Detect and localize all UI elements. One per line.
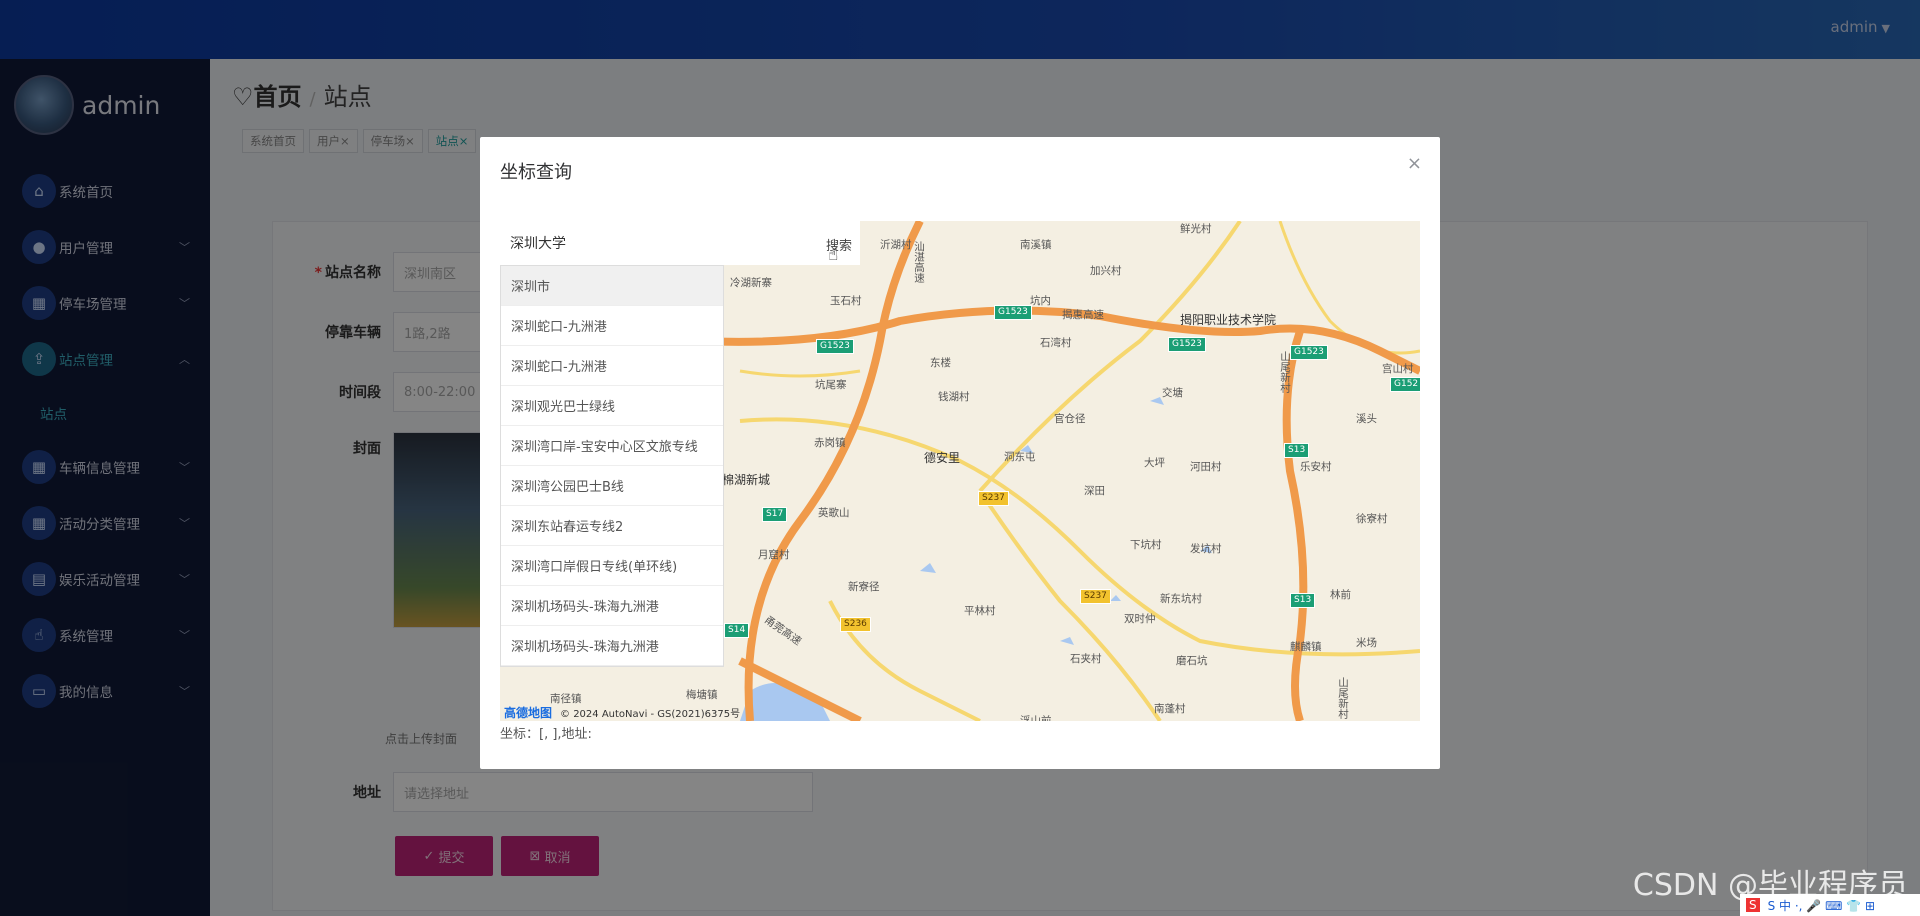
highway-shield: S237 [1080, 589, 1111, 604]
highway-shield: S13 [1290, 593, 1316, 608]
map-road [739, 369, 861, 378]
map-label: 南溪镇 [1020, 239, 1052, 251]
map-label: 官仓径 [1054, 413, 1086, 425]
map-label: 乐安村 [1300, 461, 1332, 473]
map-label: 英歌山 [818, 507, 850, 519]
highway-shield: S237 [978, 491, 1009, 506]
ime-toolbar: S S 中 ·, 🎤 ⌨ 👕 ⊞ [1740, 894, 1920, 916]
highway-shield: G1523 [816, 339, 854, 354]
map-label: 新东坑村 [1160, 593, 1202, 605]
ime-logo-icon: S [1746, 898, 1760, 912]
map-label: 坑内 [1030, 295, 1051, 307]
map-search-input[interactable]: 深圳大学 [500, 233, 800, 253]
map-label: 河田村 [1190, 461, 1222, 473]
map-label: 大坪 [1144, 457, 1165, 469]
map-label: 揭惠高速 [1062, 309, 1104, 321]
map-search-box: 深圳大学 搜索 [500, 221, 860, 265]
map-label: 平林村 [964, 605, 996, 617]
map-label: 洞东屯 [1004, 451, 1036, 463]
map-label: 赤岗镇 [814, 437, 846, 449]
map-label: 山尾新村 [1337, 677, 1349, 719]
hand-pointer-icon: ☝ [828, 245, 839, 265]
close-icon[interactable]: × [1407, 153, 1422, 174]
highway-shield: S236 [840, 617, 871, 632]
highway-shield: G1523 [994, 305, 1032, 320]
map-label: 南蓬村 [1154, 703, 1186, 715]
suggestion-item[interactable]: 深圳市 [501, 266, 723, 306]
map-label: 深田 [1084, 485, 1105, 497]
map-logo: 高德地图 [504, 706, 553, 720]
suggestion-item[interactable]: 深圳湾口岸-宝安中心区文旅专线 [501, 426, 723, 466]
suggestion-item[interactable]: 深圳蛇口-九洲港 [501, 346, 723, 386]
map-label: 发坑村 [1190, 543, 1222, 555]
suggestion-item[interactable]: 深圳机场码头-珠海九洲港 [501, 626, 723, 666]
map-label: 德安里 [924, 451, 961, 465]
map-label: 坑尾寨 [815, 379, 847, 391]
map-label: 冷湖新寨 [730, 277, 772, 289]
coordinate-readout: 坐标：[, ],地址: [500, 727, 592, 742]
highway-shield: S17 [762, 507, 788, 522]
map-label: 宫山村 [1382, 363, 1414, 375]
map-label: 交塘 [1162, 387, 1183, 399]
coordinate-dialog: 坐标查询 × 沂湖村 南溪镇 鲜光村 加兴村 冷湖新寨 玉石村 坑内 揭阳职业技… [480, 137, 1440, 769]
map-label: 东楼 [930, 357, 951, 369]
map-label: 米场 [1356, 637, 1377, 649]
map-road [978, 489, 1162, 721]
map-label: 林前 [1330, 589, 1351, 601]
map-label: 石夹村 [1070, 653, 1102, 665]
suggestion-item[interactable]: 深圳机场码头-珠海九洲港 [501, 586, 723, 626]
dialog-title: 坐标查询 [500, 162, 572, 183]
map-label: 梅塘镇 [686, 689, 718, 701]
map-label: 鲜光村 [1180, 223, 1212, 235]
map-label: 徐寮村 [1356, 513, 1388, 525]
map-attribution: 高德地图 © 2024 AutoNavi - GS(2021)6375号 [504, 704, 740, 721]
map-label: 汕湛高速 [913, 241, 925, 283]
highway-shield: G152 [1390, 377, 1420, 392]
suggestion-item[interactable]: 深圳湾口岸假日专线(单环线) [501, 546, 723, 586]
highway-shield: G1523 [1290, 345, 1328, 360]
highway-shield: G1523 [1168, 337, 1206, 352]
map-label: 石湾村 [1040, 337, 1072, 349]
map-label: 双时仲 [1124, 613, 1156, 625]
map-label: 揭阳职业技术学院 [1180, 313, 1277, 327]
map-label: 月窟村 [758, 549, 790, 561]
map-copyright: © 2024 AutoNavi - GS(2021)6375号 [560, 709, 741, 720]
map-label: 溪头 [1356, 413, 1377, 425]
map-view[interactable]: 沂湖村 南溪镇 鲜光村 加兴村 冷湖新寨 玉石村 坑内 揭阳职业技术学院 石湾村… [500, 221, 1420, 721]
highway-shield: S13 [1284, 443, 1310, 458]
map-label: 麒麟镇 [1290, 641, 1322, 653]
suggestion-item[interactable]: 深圳观光巴士绿线 [501, 386, 723, 426]
map-label: 钱湖村 [938, 391, 970, 403]
suggestion-item[interactable]: 深圳蛇口-九洲港 [501, 306, 723, 346]
search-suggestions: 深圳市 深圳蛇口-九洲港 深圳蛇口-九洲港 深圳观光巴士绿线 深圳湾口岸-宝安中… [500, 265, 724, 667]
map-label: 磨石坑 [1176, 655, 1208, 667]
map-label: 加兴村 [1090, 265, 1122, 277]
map-label: 下坑村 [1130, 539, 1162, 551]
map-label: 沂湖村 [880, 239, 912, 251]
suggestion-item[interactable]: 深圳湾公园巴士B线 [501, 466, 723, 506]
map-label: 浮山前 [1020, 715, 1052, 721]
map-label: 新寮径 [848, 581, 880, 593]
ime-status[interactable]: S 中 ·, 🎤 ⌨ 👕 ⊞ [1768, 897, 1875, 914]
highway-shield: S14 [724, 623, 750, 638]
map-label: 玉石村 [830, 295, 862, 307]
map-label: 棉湖新城 [722, 473, 771, 487]
suggestion-item[interactable]: 深圳东站春运专线2 [501, 506, 723, 546]
